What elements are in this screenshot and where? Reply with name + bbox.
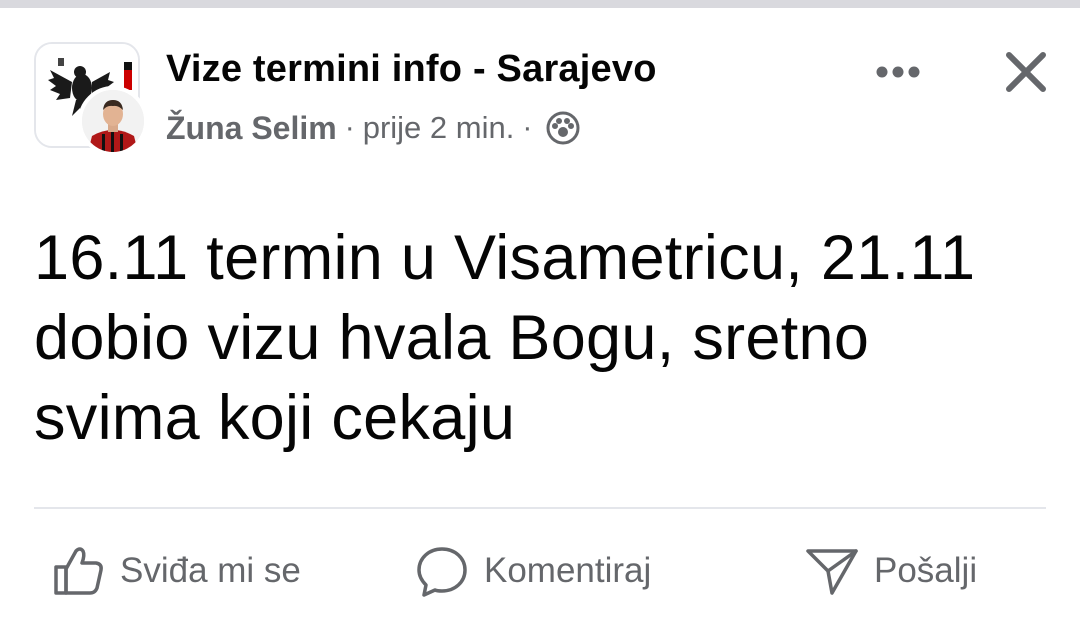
more-options-button[interactable] [870, 52, 926, 92]
post-meta: Žuna Selim · prije 2 min. · [166, 108, 580, 148]
comment-button[interactable]: Komentiraj [414, 538, 651, 604]
send-label: Pošalji [874, 551, 978, 590]
like-label: Sviđa mi se [120, 551, 301, 590]
group-audience-icon[interactable] [546, 111, 580, 145]
post-timestamp[interactable]: prije 2 min. [363, 110, 515, 146]
send-button[interactable]: Pošalji [804, 538, 977, 604]
send-icon [804, 543, 860, 599]
author-name[interactable]: Žuna Selim [166, 110, 337, 147]
author-avatar[interactable] [78, 86, 148, 156]
thumbs-up-icon [50, 543, 106, 599]
close-icon [1006, 52, 1046, 92]
comment-label: Komentiraj [484, 551, 652, 590]
divider [34, 507, 1046, 509]
top-strip [0, 0, 1080, 8]
comment-bubble-icon [414, 543, 470, 599]
post-body: 16.11 termin u Visametricu, 21.11 dobio … [34, 223, 976, 453]
post-header: Vize termini info - Sarajevo Žuna Selim … [34, 42, 1046, 162]
meta-separator: · [522, 111, 533, 144]
meta-separator: · [344, 111, 355, 144]
post-actions: Sviđa mi se Komentiraj Pošalji [0, 538, 1080, 604]
group-name[interactable]: Vize termini info - Sarajevo [166, 48, 657, 91]
like-button[interactable]: Sviđa mi se [50, 538, 301, 604]
close-button[interactable] [996, 42, 1056, 102]
post-card: Vize termini info - Sarajevo Žuna Selim … [0, 8, 1080, 628]
more-horizontal-icon [876, 66, 920, 78]
person-photo-icon [82, 90, 144, 152]
